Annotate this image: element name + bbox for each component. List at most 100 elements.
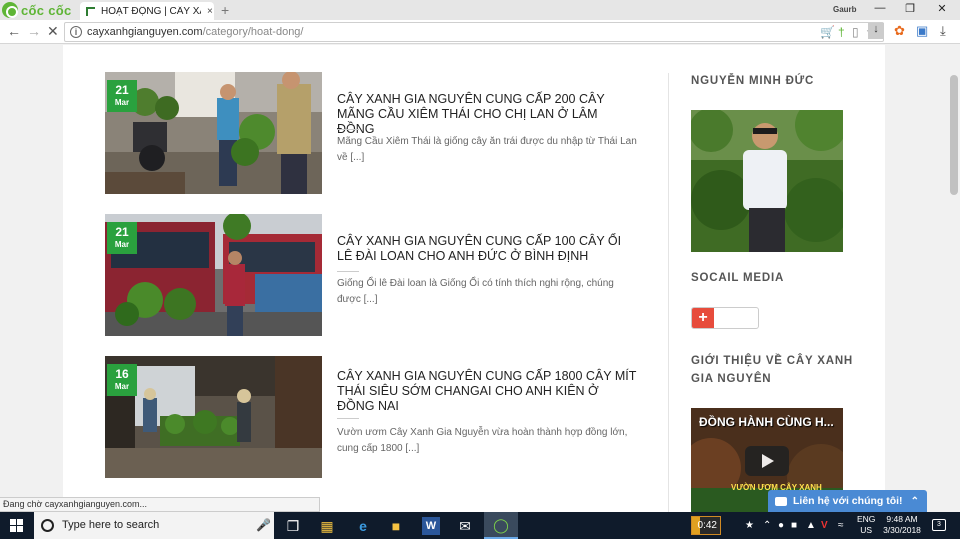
chat-icon: [775, 496, 787, 506]
intro-heading: GIỚI THIỆU VỀ CÂY XANH GIA NGUYÊN: [691, 355, 854, 385]
vpn-icon[interactable]: V: [821, 520, 828, 531]
clock-time: 9:48 AM: [886, 514, 918, 524]
post-date-month: Mar: [114, 382, 130, 391]
restore-icon[interactable]: ❐: [896, 2, 924, 15]
people-icon[interactable]: ★: [745, 520, 754, 531]
task-view-icon[interactable]: ❐: [284, 517, 302, 535]
url-text[interactable]: cayxanhgianguyen.com/category/hoat-dong/: [87, 26, 303, 38]
tab-favicon-icon: [86, 6, 95, 16]
language-code: ENG: [857, 514, 876, 524]
post-title-link[interactable]: CÂY XANH GIA NGUYÊN CUNG CẤP 200 CÂY MÃN…: [337, 92, 637, 137]
mail-icon[interactable]: ✉: [456, 517, 474, 535]
windows-start-icon[interactable]: [10, 519, 23, 532]
file-explorer-icon[interactable]: ■: [387, 517, 405, 535]
page-scrollbar[interactable]: [948, 45, 960, 515]
download-icon[interactable]: ↓: [868, 23, 884, 39]
post-date-badge: 16 Mar: [107, 364, 137, 396]
extension-icon[interactable]: ✿: [894, 23, 905, 39]
post-date-day: 21: [115, 83, 129, 97]
clock-date: 3/30/2018: [883, 525, 921, 535]
windows-taskbar: Type here to search 🎤 ❐ ▦ e ■ W ✉ ◯ 0:42…: [0, 512, 960, 539]
close-window-icon[interactable]: ✕: [928, 2, 956, 15]
address-bar[interactable]: i cayxanhgianguyen.com/category/hoat-don…: [64, 22, 884, 42]
edge-icon[interactable]: e: [354, 517, 372, 535]
action-center-icon[interactable]: 3: [932, 519, 946, 531]
browser-titlebar: cốc cốc HOẠT ĐỘNG | CÂY XANH × + Gaurb —…: [0, 0, 960, 20]
post-item: 16 Mar CÂY XANH GIA NGUYÊN CUNG CẤP 1800…: [105, 356, 645, 478]
translate-icon[interactable]: †: [838, 25, 845, 39]
profile-heading: NGUYỄN MINH ĐỨC: [691, 75, 815, 87]
loading-spinner-icon[interactable]: ✕: [47, 23, 59, 40]
tray-app-icon[interactable]: ▲: [806, 520, 816, 531]
chat-label: Liên hệ với chúng tôi!: [793, 495, 903, 507]
video-play-icon[interactable]: [745, 446, 789, 476]
new-tab-button[interactable]: +: [221, 2, 229, 18]
browser-toolbar: ← → ✕ i cayxanhgianguyen.com/category/ho…: [0, 20, 960, 44]
cortana-icon: [41, 519, 54, 532]
taskbar-coccoc-active[interactable]: ◯: [484, 512, 518, 539]
chevron-up-icon: ⌃: [910, 495, 919, 507]
url-path: /category/hoat-dong/: [202, 26, 304, 38]
taskbar-search-box[interactable]: Type here to search 🎤: [34, 512, 274, 539]
plus-icon: +: [692, 308, 714, 328]
coccoc-taskbar-icon: ◯: [493, 517, 509, 533]
social-media-heading: SOCAIL MEDIA: [691, 272, 785, 284]
content-sidebar-divider: [668, 73, 669, 513]
tab-title: HOẠT ĐỘNG | CÂY XANH: [101, 5, 201, 17]
post-thumbnail[interactable]: 21 Mar: [105, 214, 322, 336]
post-item: 21 Mar CÂY XANH GIA NGUYÊN CUNG CẤP 100 …: [105, 214, 645, 336]
post-title-link[interactable]: CÂY XANH GIA NGUYÊN CUNG CẤP 1800 CÂY MÍ…: [337, 369, 637, 414]
tab-close-icon[interactable]: ×: [207, 6, 213, 17]
google-plus-button[interactable]: +: [691, 307, 759, 329]
tray-app-icon[interactable]: ●: [778, 520, 784, 531]
battery-label: 0:42: [697, 520, 717, 531]
browser-status-bar: Đang chờ cayxanhgianguyen.com...: [0, 497, 320, 512]
post-excerpt: Giống Ổi lê Đài loan là Giống Ổi có tính…: [337, 278, 614, 305]
taskbar-search-placeholder: Type here to search: [62, 519, 160, 531]
scrollbar-thumb[interactable]: [950, 75, 958, 195]
coccoc-logo-icon: [2, 2, 18, 18]
back-arrow-icon[interactable]: ←: [7, 23, 21, 39]
cast-icon[interactable]: ▣: [916, 23, 928, 39]
microphone-icon[interactable]: 🎤: [256, 518, 271, 532]
store-icon[interactable]: ▦: [318, 517, 336, 535]
browser-brand-name: cốc cốc: [21, 2, 72, 18]
word-icon[interactable]: W: [422, 517, 440, 535]
title-divider: [337, 271, 359, 272]
post-excerpt: Mãng Cầu Xiêm Thái là giống cây ăn trái …: [337, 136, 637, 163]
browser-brand[interactable]: cốc cốc: [2, 1, 72, 19]
title-divider: [337, 129, 359, 130]
system-clock[interactable]: 9:48 AM 3/30/2018: [882, 514, 922, 536]
post-date-day: 16: [115, 367, 129, 381]
battery-timer[interactable]: 0:42: [691, 516, 721, 535]
downloads-tray-icon[interactable]: ⤓: [940, 23, 946, 39]
profile-photo: [691, 110, 843, 252]
post-date-badge: 21 Mar: [107, 80, 137, 112]
minimize-icon[interactable]: —: [866, 2, 894, 14]
post-date-badge: 21 Mar: [107, 222, 137, 254]
contact-chat-button[interactable]: Liên hệ với chúng tôi! ⌃: [768, 490, 927, 512]
video-title: ĐỒNG HÀNH CÙNG H...: [699, 415, 834, 429]
lock-icon[interactable]: ▯: [852, 25, 859, 39]
post-date-day: 21: [115, 225, 129, 239]
title-divider: [337, 418, 359, 419]
forward-arrow-icon[interactable]: →: [27, 23, 41, 39]
url-domain: cayxanhgianguyen.com: [87, 26, 203, 38]
site-info-icon[interactable]: i: [70, 26, 82, 38]
post-date-month: Mar: [114, 240, 130, 249]
post-thumbnail[interactable]: 21 Mar: [105, 72, 322, 194]
post-thumbnail[interactable]: 16 Mar: [105, 356, 322, 478]
shopping-cart-icon[interactable]: 🛒: [820, 25, 835, 39]
post-title-link[interactable]: CÂY XANH GIA NGUYÊN CUNG CẤP 100 CÂY ỔI …: [337, 234, 637, 264]
language-indicator[interactable]: ENG US: [857, 514, 875, 536]
post-date-month: Mar: [114, 98, 130, 107]
tray-chevron-icon[interactable]: ⌃: [763, 520, 771, 531]
wifi-icon[interactable]: ≈: [838, 520, 844, 531]
browser-user-name[interactable]: Gaurb: [833, 5, 857, 14]
browser-tab-active[interactable]: HOẠT ĐỘNG | CÂY XANH ×: [80, 2, 214, 20]
post-item: 21 Mar CÂY XANH GIA NGUYÊN CUNG CẤP 200 …: [105, 72, 645, 194]
page-content: 21 Mar CÂY XANH GIA NGUYÊN CUNG CẤP 200 …: [63, 45, 885, 515]
post-excerpt: Vườn ươm Cây Xanh Gia Nguyễn vừa hoàn th…: [337, 427, 628, 454]
tray-app-icon[interactable]: ■: [791, 520, 797, 531]
language-region: US: [860, 525, 873, 535]
